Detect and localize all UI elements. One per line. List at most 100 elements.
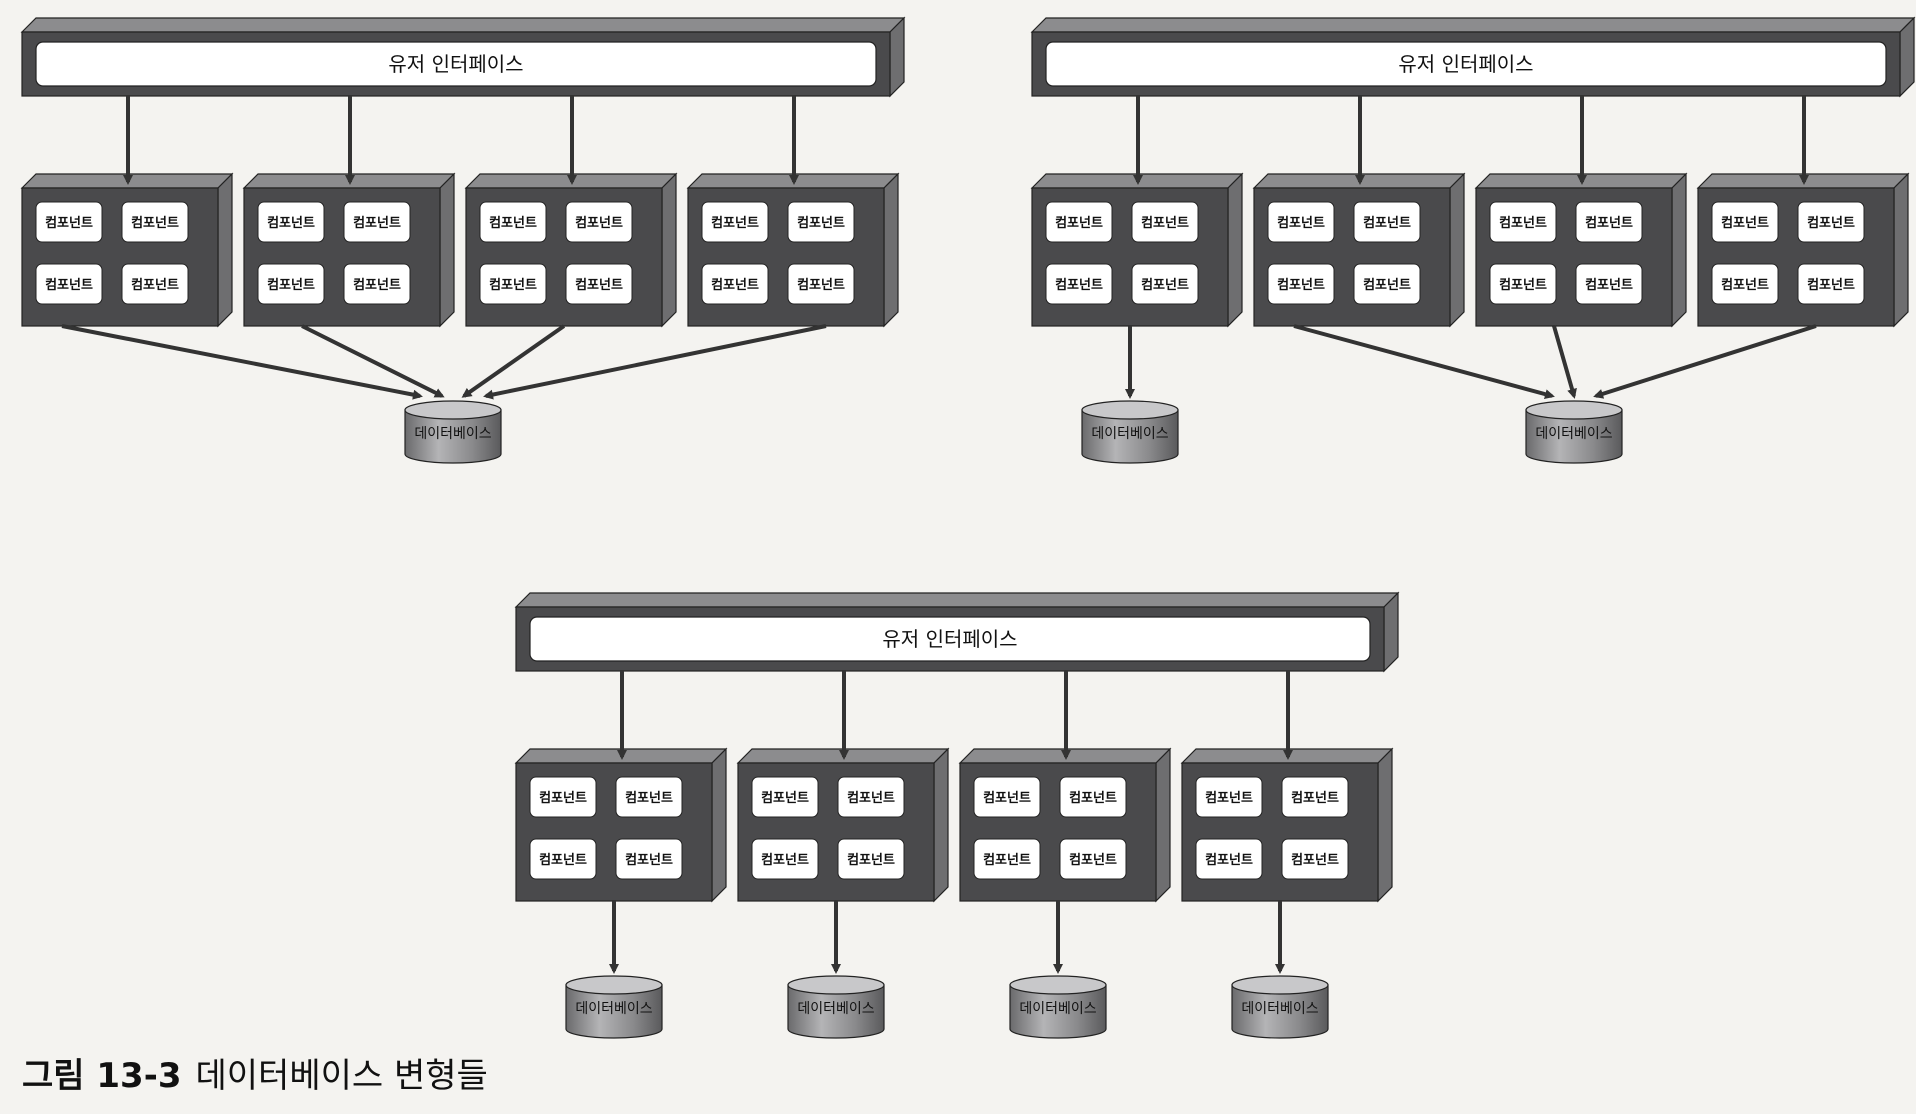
component-label: 컴포넌트: [45, 278, 93, 293]
user-interface-box: 유저 인터페이스: [1030, 16, 1916, 98]
database-variants-diagram: 유저 인터페이스컴포넌트 컴포넌트컴포넌트 컴포넌트컴포넌트 컴포넌트컴포넌트 컴포넌트…: [20, 16, 1916, 1039]
database: 데이터베이스: [787, 975, 885, 1039]
component-label: 컴포넌트: [489, 216, 537, 231]
service-box: 컴포넌트 컴포넌트컴포넌트 컴포넌트: [958, 747, 1172, 903]
figure-title: 데이터베이스 변형들: [195, 1056, 488, 1096]
service-to-database-arrow: [483, 324, 827, 400]
component-label: 컴포넌트: [575, 278, 623, 293]
component-label: 컴포넌트: [1363, 216, 1411, 231]
service-box: 컴포넌트 컴포넌트컴포넌트 컴포넌트: [20, 172, 234, 328]
ui-frame-top: [1030, 17, 1916, 33]
component-label: 컴포넌트: [983, 853, 1031, 868]
component-label: 컴포넌트: [489, 278, 537, 293]
database-top: [404, 400, 502, 420]
component-label: 컴포넌트: [1205, 791, 1253, 806]
service-box: 컴포넌트 컴포넌트컴포넌트 컴포넌트: [1252, 172, 1466, 328]
component-label: 컴포넌트: [1069, 791, 1117, 806]
database: 데이터베이스: [565, 975, 663, 1039]
ui-frame-top: [20, 17, 906, 33]
component-label: 컴포넌트: [1499, 216, 1547, 231]
component-label: 컴포넌트: [1585, 216, 1633, 231]
component-label: 컴포넌트: [625, 853, 673, 868]
database-top: [1081, 400, 1179, 420]
component-label: 컴포넌트: [353, 216, 401, 231]
component-label: 컴포넌트: [847, 853, 895, 868]
database-top: [565, 975, 663, 995]
ui-frame-side: [889, 16, 905, 98]
variant-single-shared-database: 유저 인터페이스컴포넌트 컴포넌트컴포넌트 컴포넌트컴포넌트 컴포넌트컴포넌트 컴포넌트…: [20, 16, 906, 464]
component-label: 컴포넌트: [539, 853, 587, 868]
component-label: 컴포넌트: [1055, 216, 1103, 231]
component-label: 컴포넌트: [711, 216, 759, 231]
database-top: [1231, 975, 1329, 995]
component-label: 컴포넌트: [1277, 278, 1325, 293]
ui-frame-top: [514, 592, 1400, 608]
component-label: 컴포넌트: [539, 791, 587, 806]
service-frame-side: [1671, 172, 1687, 328]
service-box: 컴포넌트 컴포넌트컴포넌트 컴포넌트: [686, 172, 900, 328]
service-to-database-arrow: [1293, 324, 1555, 399]
component-label: 컴포넌트: [1807, 216, 1855, 231]
service-box: 컴포넌트 컴포넌트컴포넌트 컴포넌트: [1474, 172, 1688, 328]
database-top: [787, 975, 885, 995]
database-label: 데이터베이스: [797, 1001, 874, 1017]
component-label: 컴포넌트: [797, 216, 845, 231]
component-label: 컴포넌트: [1363, 278, 1411, 293]
component-label: 컴포넌트: [1499, 278, 1547, 293]
component-label: 컴포넌트: [1807, 278, 1855, 293]
component-label: 컴포넌트: [575, 216, 623, 231]
service-to-database-arrow: [461, 324, 566, 398]
database-label: 데이터베이스: [414, 426, 491, 442]
component-label: 컴포넌트: [45, 216, 93, 231]
component-label: 컴포넌트: [1141, 278, 1189, 293]
service-frame-side: [711, 747, 727, 903]
component-label: 컴포넌트: [1055, 278, 1103, 293]
service-frame-side: [1377, 747, 1393, 903]
service-box: 컴포넌트 컴포넌트컴포넌트 컴포넌트: [1180, 747, 1394, 903]
variant-database-per-service: 유저 인터페이스컴포넌트 컴포넌트컴포넌트 컴포넌트컴포넌트 컴포넌트컴포넌트 컴포넌트…: [514, 591, 1400, 1039]
component-label: 컴포넌트: [1205, 853, 1253, 868]
service-box: 컴포넌트 컴포넌트컴포넌트 컴포넌트: [1030, 172, 1244, 328]
component-label: 컴포넌트: [353, 278, 401, 293]
service-frame-side: [1155, 747, 1171, 903]
service-box: 컴포넌트 컴포넌트컴포넌트 컴포넌트: [736, 747, 950, 903]
service-frame-side: [1227, 172, 1243, 328]
database-label: 데이터베이스: [1241, 1001, 1318, 1017]
ui-label: 유저 인터페이스: [1398, 52, 1533, 76]
component-label: 컴포넌트: [131, 216, 179, 231]
database: 데이터베이스: [404, 400, 502, 464]
service-frame-side: [883, 172, 899, 328]
service-box: 컴포넌트 컴포넌트컴포넌트 컴포넌트: [464, 172, 678, 328]
service-frame-side: [933, 747, 949, 903]
service-frame-side: [1449, 172, 1465, 328]
database-top: [1009, 975, 1107, 995]
database-label: 데이터베이스: [575, 1001, 652, 1017]
service-box: 컴포넌트 컴포넌트컴포넌트 컴포넌트: [514, 747, 728, 903]
service-box: 컴포넌트 컴포넌트컴포넌트 컴포넌트: [1696, 172, 1910, 328]
database-label: 데이터베이스: [1535, 426, 1612, 442]
database-top: [1525, 400, 1623, 420]
database: 데이터베이스: [1525, 400, 1623, 464]
figure-number: 그림 13-3: [22, 1056, 182, 1096]
figure-caption: 그림 13-3 데이터베이스 변형들: [22, 1048, 488, 1097]
figure: 유저 인터페이스 컴포넌트 컴포넌트 컴포넌트 컴포넌트 컴포넌트 컴포넌트 컴포넌트 컴포넌트…: [0, 0, 1916, 1114]
component-label: 컴포넌트: [1069, 853, 1117, 868]
component-label: 컴포넌트: [1291, 791, 1339, 806]
service-frame-side: [661, 172, 677, 328]
ui-frame-side: [1899, 16, 1915, 98]
ui-label: 유저 인터페이스: [388, 52, 523, 76]
ui-label: 유저 인터페이스: [882, 627, 1017, 651]
database: 데이터베이스: [1231, 975, 1329, 1039]
component-label: 컴포넌트: [267, 278, 315, 293]
database: 데이터베이스: [1081, 400, 1179, 464]
service-frame-side: [1893, 172, 1909, 328]
user-interface-box: 유저 인터페이스: [514, 591, 1400, 673]
component-label: 컴포넌트: [761, 853, 809, 868]
ui-frame-side: [1383, 591, 1399, 673]
component-label: 컴포넌트: [1277, 216, 1325, 231]
component-label: 컴포넌트: [1585, 278, 1633, 293]
component-label: 컴포넌트: [1291, 853, 1339, 868]
database-label: 데이터베이스: [1091, 426, 1168, 442]
service-to-database-arrow: [61, 324, 423, 400]
database: 데이터베이스: [1009, 975, 1107, 1039]
